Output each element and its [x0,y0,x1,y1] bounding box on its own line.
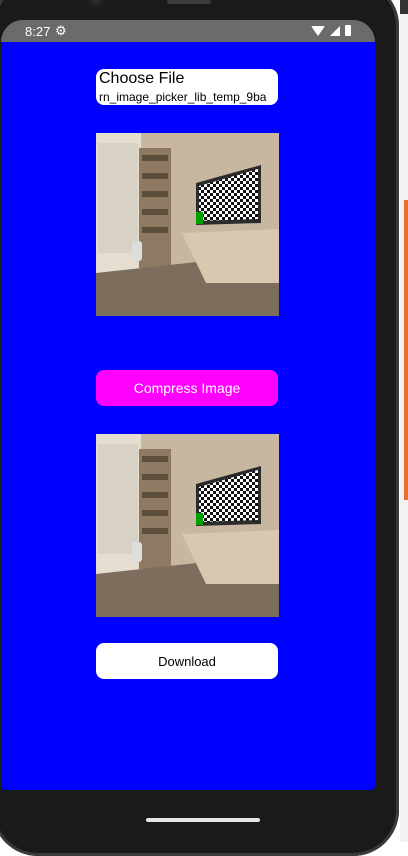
battery-icon [345,25,351,36]
file-chooser-button[interactable]: Choose File rn_image_picker_lib_temp_9ba [96,69,278,105]
cell-signal-icon [330,25,340,36]
wifi-icon [311,25,325,36]
compress-image-button[interactable]: Compress Image [96,370,278,406]
file-chooser-label: Choose File [99,70,185,87]
host-window-accent [404,200,408,500]
host-window-corner [400,0,408,14]
home-indicator[interactable] [146,818,260,822]
compressed-image [96,434,279,617]
earpiece-speaker [167,0,211,4]
original-image [96,133,279,316]
download-button[interactable]: Download [96,643,278,679]
status-icons [311,25,351,36]
status-time: 8:27 [25,24,51,39]
host-window-edge [400,0,408,842]
app-screen: 8:27 ⚙ Choose File rn_image_picker_lib_t… [1,20,375,790]
selected-file-name: rn_image_picker_lib_temp_9ba [99,90,267,104]
front-camera [88,0,104,8]
gear-icon: ⚙ [55,23,67,38]
status-bar: 8:27 ⚙ [1,20,375,42]
phone-frame: 8:27 ⚙ Choose File rn_image_picker_lib_t… [0,0,399,856]
